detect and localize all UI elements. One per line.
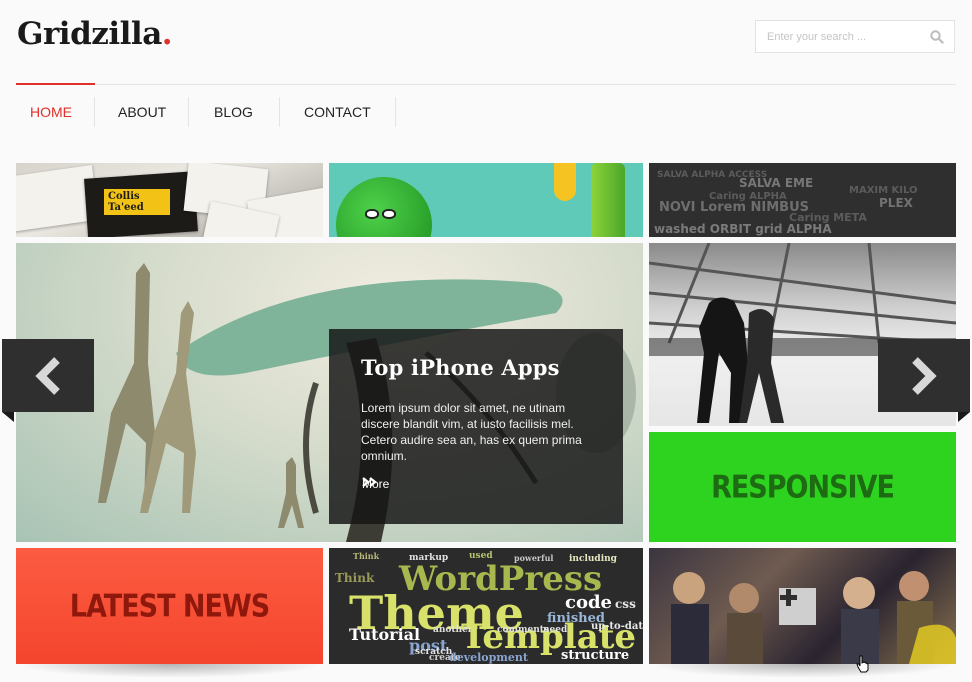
word-cloud-tile[interactable]: Think markup used powerful including Thi… (329, 548, 643, 664)
main-nav: HOME ABOUT BLOG CONTACT (16, 97, 396, 127)
plus-icon (780, 589, 797, 606)
typography-tile[interactable]: SALVA ALPHA ACCESS SALVA EME Caring ALPH… (649, 163, 956, 237)
logo-dot: . (161, 16, 173, 52)
cloud-word: scratch (415, 647, 453, 657)
cartoon-characters-tile[interactable] (329, 163, 643, 237)
latest-news-label: LATEST NEWS (69, 588, 270, 624)
search-box (755, 20, 955, 53)
typography-image: SALVA ALPHA ACCESS SALVA EME Caring ALPH… (654, 170, 918, 236)
pepper-character-image (554, 163, 576, 201)
svg-text:SALVA EME: SALVA EME (739, 176, 813, 190)
nav-item-home[interactable]: HOME (16, 97, 95, 127)
cloud-word: up-to-date (591, 621, 643, 632)
crowd-tile[interactable] (649, 548, 956, 664)
cloud-word: css (615, 597, 636, 611)
green-character-image (336, 177, 432, 237)
double-chevron-right-icon (362, 477, 377, 487)
responsive-label: RESPONSIVE (711, 469, 895, 505)
tile-shadow (649, 664, 956, 678)
header-divider (16, 84, 956, 85)
search-icon[interactable] (930, 30, 944, 44)
nav-item-blog[interactable]: BLOG (189, 97, 280, 127)
slider-prev-button[interactable] (2, 339, 94, 422)
nav-item-about[interactable]: ABOUT (95, 97, 189, 127)
logo[interactable]: Gridzilla. (17, 16, 173, 52)
slide-description: Lorem ipsum dolor sit amet, ne utinam di… (361, 401, 582, 463)
logo-text: Gridzilla (17, 16, 162, 52)
cloud-word: structure (561, 648, 630, 663)
slide-title: Top iPhone Apps (361, 355, 560, 380)
cactus-character-image (591, 163, 625, 237)
chevron-left-icon (35, 356, 60, 395)
nav-item-contact[interactable]: CONTACT (280, 97, 396, 127)
svg-text:NOVI Lorem NIMBUS: NOVI Lorem NIMBUS (659, 200, 809, 215)
svg-text:washed ORBIT grid ALPHA: washed ORBIT grid ALPHA (654, 222, 832, 236)
cloud-word: comments (497, 625, 550, 635)
cloud-word: code (565, 592, 613, 613)
svg-text:PLEX: PLEX (879, 196, 914, 210)
active-nav-indicator (16, 83, 95, 85)
business-cards-tile[interactable]: Collis Ta'eed (16, 163, 323, 237)
cloud-word: need (543, 625, 568, 635)
cloud-word: Think (353, 551, 380, 561)
responsive-tile[interactable]: RESPONSIVE (649, 432, 956, 542)
cloud-word: Think (335, 571, 375, 585)
featured-slider: Top iPhone Apps Lorem ipsum dolor sit am… (16, 243, 643, 542)
cloud-word: development (449, 651, 529, 664)
slider-next-button[interactable] (878, 339, 970, 422)
business-card-name: Collis Ta'eed (104, 189, 170, 215)
tile-shadow (16, 664, 323, 678)
svg-text:MAXIM KILO: MAXIM KILO (849, 185, 918, 196)
chevron-right-icon (912, 356, 937, 395)
slide-caption: Top iPhone Apps Lorem ipsum dolor sit am… (329, 329, 623, 524)
more-link[interactable]: More (362, 477, 389, 491)
search-input[interactable] (756, 21, 921, 52)
hand-cursor-icon (856, 655, 869, 673)
expand-button[interactable] (779, 588, 816, 625)
latest-news-tile[interactable]: LATEST NEWS (16, 548, 323, 664)
